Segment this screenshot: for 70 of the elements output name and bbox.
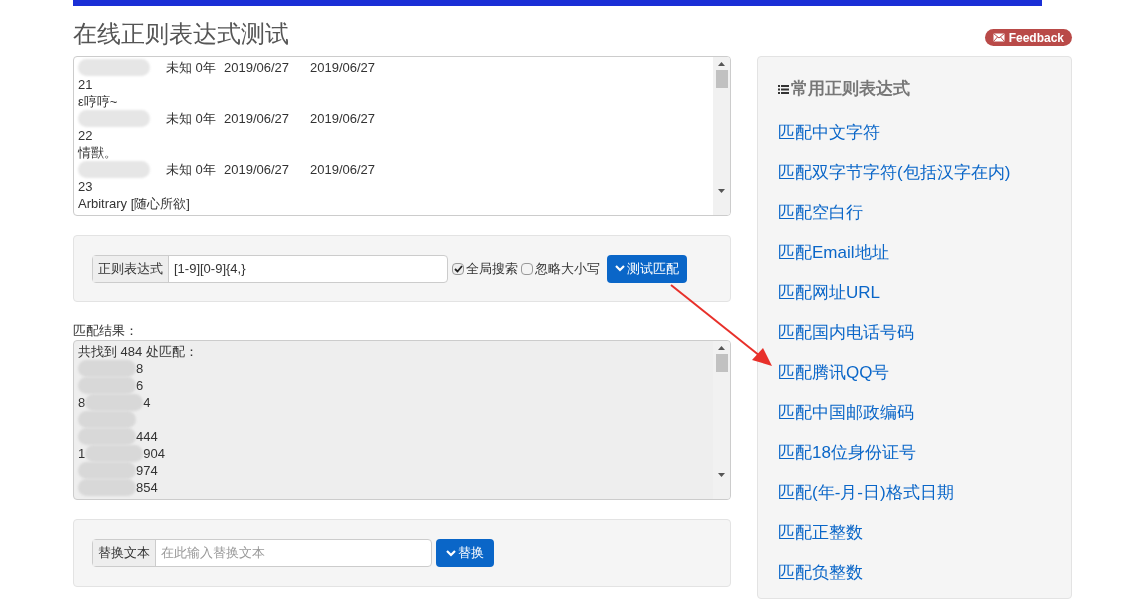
scroll-up-icon bbox=[718, 62, 725, 66]
record-field: 2019/06/27 bbox=[310, 110, 376, 127]
result-text-area[interactable]: 共找到 484 处匹配： 8 6 8 4 444 1 904 974 854 bbox=[73, 340, 731, 500]
record-field: 2019/06/27 bbox=[310, 59, 376, 76]
sidebar-link[interactable]: 匹配双字节字符(包括汉字在内) bbox=[778, 153, 1011, 193]
text-line: 情獸。 bbox=[78, 144, 118, 161]
scrollbar[interactable] bbox=[713, 341, 730, 499]
text-line: 共找到 484 处匹配： bbox=[78, 343, 199, 360]
text-line: 22 bbox=[78, 127, 94, 144]
replace-field[interactable]: 在此输入替换文本 bbox=[156, 540, 431, 566]
record-field: 未知 0年 bbox=[166, 59, 224, 76]
replace-input-group[interactable]: 替换文本 在此输入替换文本 bbox=[92, 539, 432, 567]
regex-value: [1-9][0-9]{4,} bbox=[173, 259, 247, 278]
text-line: 21 bbox=[78, 76, 94, 93]
result-digits: 854 bbox=[136, 479, 158, 496]
result-digits: 6 bbox=[136, 377, 144, 394]
replace-label: 替换文本 bbox=[93, 540, 156, 566]
result-digits: 4 bbox=[143, 394, 151, 411]
result-digits: 1 bbox=[78, 445, 86, 462]
record-field: 未知 0年 bbox=[166, 110, 224, 127]
scrollbar[interactable] bbox=[713, 57, 730, 215]
blurred-name bbox=[78, 110, 150, 127]
sidebar-link[interactable]: 匹配中国邮政编码 bbox=[778, 393, 914, 433]
replace-button[interactable]: 替换 bbox=[436, 539, 494, 567]
sidebar-link[interactable]: 匹配负整数 bbox=[778, 553, 863, 593]
result-digits: 974 bbox=[136, 462, 158, 479]
sidebar-link[interactable]: 匹配(年-月-日)格式日期 bbox=[778, 473, 954, 513]
text-line: 23 bbox=[78, 178, 94, 195]
scroll-down-icon bbox=[718, 473, 725, 477]
sidebar-link[interactable]: 匹配腾讯QQ号 bbox=[778, 353, 890, 393]
blurred-name bbox=[78, 161, 150, 178]
envelope-icon bbox=[992, 33, 1005, 42]
feedback-badge[interactable]: Feedback bbox=[984, 29, 1072, 46]
chevron-down-icon bbox=[446, 549, 456, 557]
test-match-button[interactable]: 测试匹配 bbox=[607, 254, 687, 283]
source-text-area[interactable]: 未知 0年 2019/06/27 2019/06/27 21 ε哼哼~ 未知 0年 2019/06/27 2019/06/27 22 情獸。 未知 0年 2019/06/27 2019/06/27 23 Arbitrary [随心所欲] bbox=[73, 56, 731, 216]
list-icon bbox=[778, 83, 789, 95]
checkbox[interactable] bbox=[521, 262, 533, 275]
result-digits: 8 bbox=[136, 360, 144, 377]
sidebar-link[interactable]: 匹配正整数 bbox=[778, 513, 863, 553]
chevron-down-icon bbox=[615, 265, 625, 272]
checkbox[interactable] bbox=[452, 262, 464, 275]
regex-label: 正则表达式 bbox=[93, 255, 169, 282]
sidebar-link[interactable]: 匹配网址URL bbox=[778, 273, 880, 313]
text-line: ε哼哼~ bbox=[78, 93, 119, 110]
scroll-up-icon bbox=[718, 346, 725, 350]
record-field: 2019/06/27 bbox=[224, 110, 310, 127]
sidebar-link[interactable]: 匹配中文字符 bbox=[778, 113, 880, 153]
page-title: 在线正则表达式测试 bbox=[73, 19, 290, 49]
result-digits: 8 bbox=[78, 394, 86, 411]
record-field: 2019/06/27 bbox=[310, 161, 376, 178]
sidebar-link[interactable]: 匹配Email地址 bbox=[778, 233, 889, 273]
scroll-down-icon bbox=[718, 189, 725, 193]
record-field: 2019/06/27 bbox=[224, 59, 310, 76]
record-field: 未知 0年 bbox=[166, 161, 224, 178]
result-digits: 904 bbox=[143, 445, 165, 462]
blurred-name bbox=[78, 59, 150, 76]
result-digits: 444 bbox=[136, 428, 158, 445]
sidebar-heading: 常用正则表达式 bbox=[791, 78, 910, 101]
sidebar-link[interactable]: 匹配空白行 bbox=[778, 193, 863, 233]
regex-input-group[interactable]: 正则表达式 [1-9][0-9]{4,} bbox=[92, 254, 448, 283]
scroll-thumb[interactable] bbox=[715, 354, 728, 372]
text-line: Arbitrary [随心所欲] bbox=[78, 195, 191, 212]
sidebar-link[interactable]: 匹配国内电话号码 bbox=[778, 313, 914, 353]
scroll-thumb[interactable] bbox=[715, 70, 728, 88]
sidebar-link[interactable]: 匹配18位身份证号 bbox=[778, 433, 916, 473]
record-field: 2019/06/27 bbox=[224, 161, 310, 178]
option-label: 忽略大小写 bbox=[535, 259, 600, 278]
option-label: 全局搜索 bbox=[466, 259, 518, 278]
result-label: 匹配结果： bbox=[73, 322, 139, 340]
